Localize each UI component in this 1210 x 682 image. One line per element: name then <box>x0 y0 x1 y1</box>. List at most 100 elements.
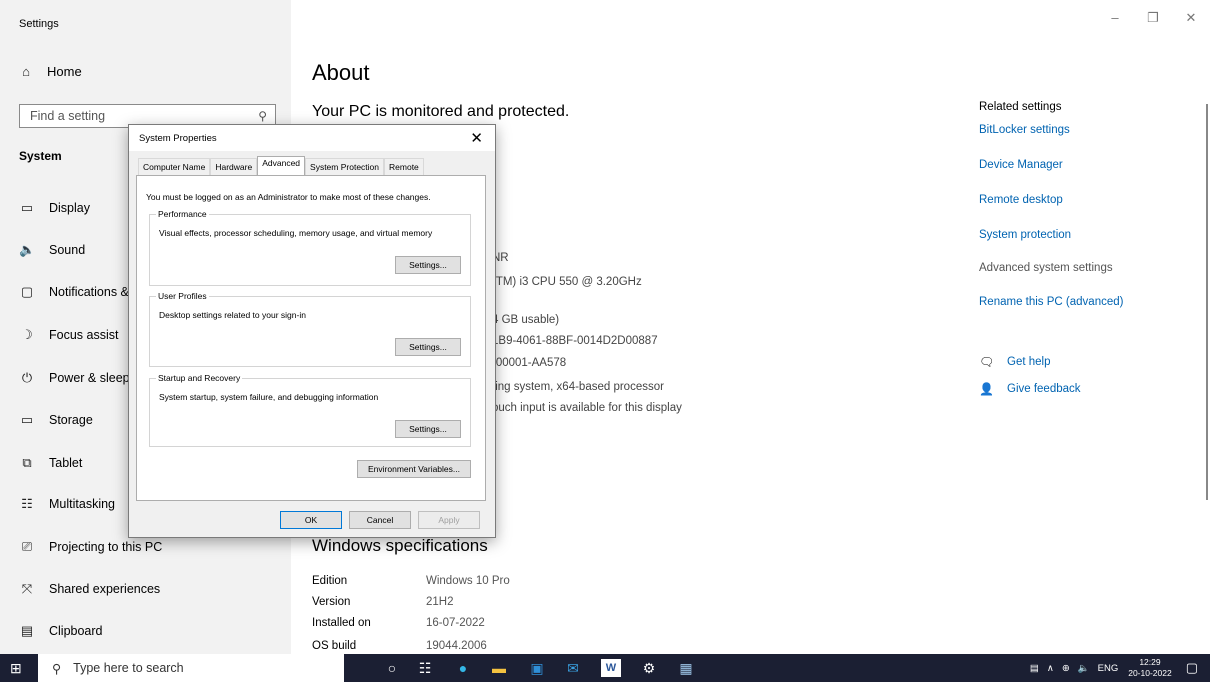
rename-pc-link[interactable]: Rename this PC (advanced) <box>979 296 1123 308</box>
sidebar-item-notifications[interactable]: ▢ Notifications & <box>19 284 129 300</box>
tab-advanced[interactable]: Advanced <box>257 156 306 175</box>
file-explorer-icon[interactable]: ▬ <box>489 659 509 677</box>
language-indicator[interactable]: ENG <box>1098 663 1119 674</box>
multitasking-icon: ☷ <box>21 496 33 511</box>
tab-remote[interactable]: Remote <box>384 158 424 175</box>
windows-specifications-heading: Windows specifications <box>312 536 488 555</box>
ok-button[interactable]: OK <box>280 511 342 529</box>
system-properties-dialog: System Properties ✕ Computer Name Hardwa… <box>128 124 496 538</box>
performance-description: Visual effects, processor scheduling, me… <box>159 228 433 238</box>
sidebar-item-multitasking[interactable]: ☷ Multitasking <box>19 496 115 512</box>
sidebar-item-label: Tablet <box>49 456 83 470</box>
startup-recovery-legend: Startup and Recovery <box>156 373 243 383</box>
home-nav-item[interactable]: ⌂ Home <box>18 64 82 79</box>
sidebar-item-clipboard[interactable]: ▤ Clipboard <box>19 623 103 639</box>
home-icon: ⌂ <box>22 64 30 79</box>
clock[interactable]: 12:29 20-10-2022 <box>1128 657 1171 679</box>
get-help-link[interactable]: 🗨 Get help <box>979 355 1050 369</box>
tab-computer-name[interactable]: Computer Name <box>138 158 211 175</box>
spec-value: 19044.2006 <box>426 640 487 652</box>
spec-row-edition: Edition Windows 10 Pro <box>312 575 510 587</box>
clock-time: 12:29 <box>1139 657 1161 667</box>
device-spec-fragment: ouch input is available for this display <box>492 402 682 414</box>
sound-icon: 🔈 <box>19 242 36 257</box>
sidebar-item-projecting[interactable]: ⎚ Projecting to this PC <box>19 539 162 555</box>
system-protection-link[interactable]: System protection <box>979 229 1071 241</box>
sidebar-item-label: Clipboard <box>49 624 103 638</box>
mail-icon[interactable]: ✉ <box>563 659 583 677</box>
remote-desktop-link[interactable]: Remote desktop <box>979 194 1063 206</box>
startup-recovery-settings-button[interactable]: Settings... <box>395 420 461 438</box>
dialog-close-button[interactable]: ✕ <box>470 129 483 147</box>
search-placeholder: Find a setting <box>30 109 106 123</box>
sidebar-item-label: Notifications & <box>49 285 129 299</box>
window-controls: – ❐ ✕ <box>1096 10 1210 26</box>
chevron-up-icon[interactable]: ∧ <box>1047 663 1054 674</box>
cancel-button[interactable]: Cancel <box>349 511 411 529</box>
scrollbar[interactable] <box>1206 104 1208 500</box>
spec-value: 16-07-2022 <box>426 617 485 629</box>
projecting-icon: ⎚ <box>21 539 33 554</box>
spec-key: Installed on <box>312 617 371 629</box>
cortana-icon[interactable]: ○ <box>382 659 402 677</box>
settings-gear-icon[interactable]: ⚙ <box>639 659 659 677</box>
volume-icon[interactable]: 🔈 <box>1078 663 1090 674</box>
advanced-system-settings-link[interactable]: Advanced system settings <box>979 262 1113 274</box>
spec-row-os-build: OS build 19044.2006 <box>312 640 487 653</box>
performance-legend: Performance <box>156 209 209 219</box>
device-manager-link[interactable]: Device Manager <box>979 159 1063 171</box>
sidebar-item-label: Power & sleep <box>49 371 130 385</box>
user-profiles-settings-button[interactable]: Settings... <box>395 338 461 356</box>
dialog-tabs: Computer Name Hardware Advanced System P… <box>138 156 424 175</box>
search-icon: ⚲ <box>258 109 267 123</box>
startup-recovery-group: Startup and Recovery System startup, sys… <box>149 373 471 447</box>
sidebar-item-label: Projecting to this PC <box>49 540 163 554</box>
startup-recovery-description: System startup, system failure, and debu… <box>159 392 379 402</box>
give-feedback-link[interactable]: 👤 Give feedback <box>979 382 1081 396</box>
taskbar-search-placeholder: Type here to search <box>73 661 184 675</box>
notification-center-icon[interactable]: ▢ <box>1186 660 1198 676</box>
sidebar-item-storage[interactable]: ▭ Storage <box>19 412 93 428</box>
restore-button[interactable]: ❐ <box>1134 10 1172 26</box>
sidebar-item-sound[interactable]: 🔈 Sound <box>19 242 85 258</box>
system-properties-taskbar-icon[interactable]: ▦ <box>676 659 696 677</box>
sidebar-item-tablet[interactable]: ⧉ Tablet <box>19 455 82 471</box>
device-spec-fragment: (TM) i3 CPU 550 @ 3.20GHz <box>492 276 642 288</box>
edge-icon[interactable]: ● <box>453 659 473 677</box>
advanced-tab-panel: You must be logged on as an Administrato… <box>136 175 486 501</box>
environment-variables-button[interactable]: Environment Variables... <box>357 460 471 478</box>
sidebar-item-focus-assist[interactable]: ☽ Focus assist <box>19 327 118 343</box>
sidebar-item-label: Storage <box>49 413 93 427</box>
apply-button[interactable]: Apply <box>418 511 480 529</box>
shared-experiences-icon: ⤧ <box>21 581 33 596</box>
word-icon[interactable]: W <box>601 659 621 677</box>
spec-value: Windows 10 Pro <box>426 575 510 587</box>
start-button[interactable]: ⊞ <box>10 660 22 677</box>
spec-key: Version <box>312 596 351 608</box>
tab-hardware[interactable]: Hardware <box>210 158 258 175</box>
sidebar-item-shared-experiences[interactable]: ⤧ Shared experiences <box>19 581 160 597</box>
minimize-button[interactable]: – <box>1096 10 1134 26</box>
task-view-icon[interactable]: ☷ <box>415 659 435 677</box>
admin-notice: You must be logged on as an Administrato… <box>146 192 431 202</box>
tablet-icon: ⧉ <box>22 455 32 470</box>
device-spec-fragment: 1B9-4061-88BF-0014D2D00887 <box>492 335 658 347</box>
store-icon[interactable]: ▣ <box>527 659 547 677</box>
dialog-titlebar[interactable]: System Properties ✕ <box>129 125 495 151</box>
sidebar-item-power-sleep[interactable]: ⏻ Power & sleep <box>19 370 130 386</box>
sidebar-item-label: Multitasking <box>49 497 115 511</box>
give-feedback-label: Give feedback <box>1007 383 1081 395</box>
tab-system-protection[interactable]: System Protection <box>305 158 385 175</box>
bitlocker-settings-link[interactable]: BitLocker settings <box>979 124 1070 136</box>
keyboard-icon[interactable]: ▤ <box>1030 663 1039 674</box>
performance-settings-button[interactable]: Settings... <box>395 256 461 274</box>
user-profiles-legend: User Profiles <box>156 291 209 301</box>
sidebar-item-label: Focus assist <box>49 328 119 342</box>
network-icon[interactable]: ⊕ <box>1062 663 1070 674</box>
sidebar-item-display[interactable]: ▭ Display <box>19 200 90 216</box>
protection-status: Your PC is monitored and protected. <box>312 103 570 120</box>
user-profiles-description: Desktop settings related to your sign-in <box>159 310 306 320</box>
close-button[interactable]: ✕ <box>1172 10 1210 26</box>
taskbar-search-box[interactable]: ⚲ Type here to search <box>38 654 344 682</box>
notifications-icon: ▢ <box>20 284 34 299</box>
